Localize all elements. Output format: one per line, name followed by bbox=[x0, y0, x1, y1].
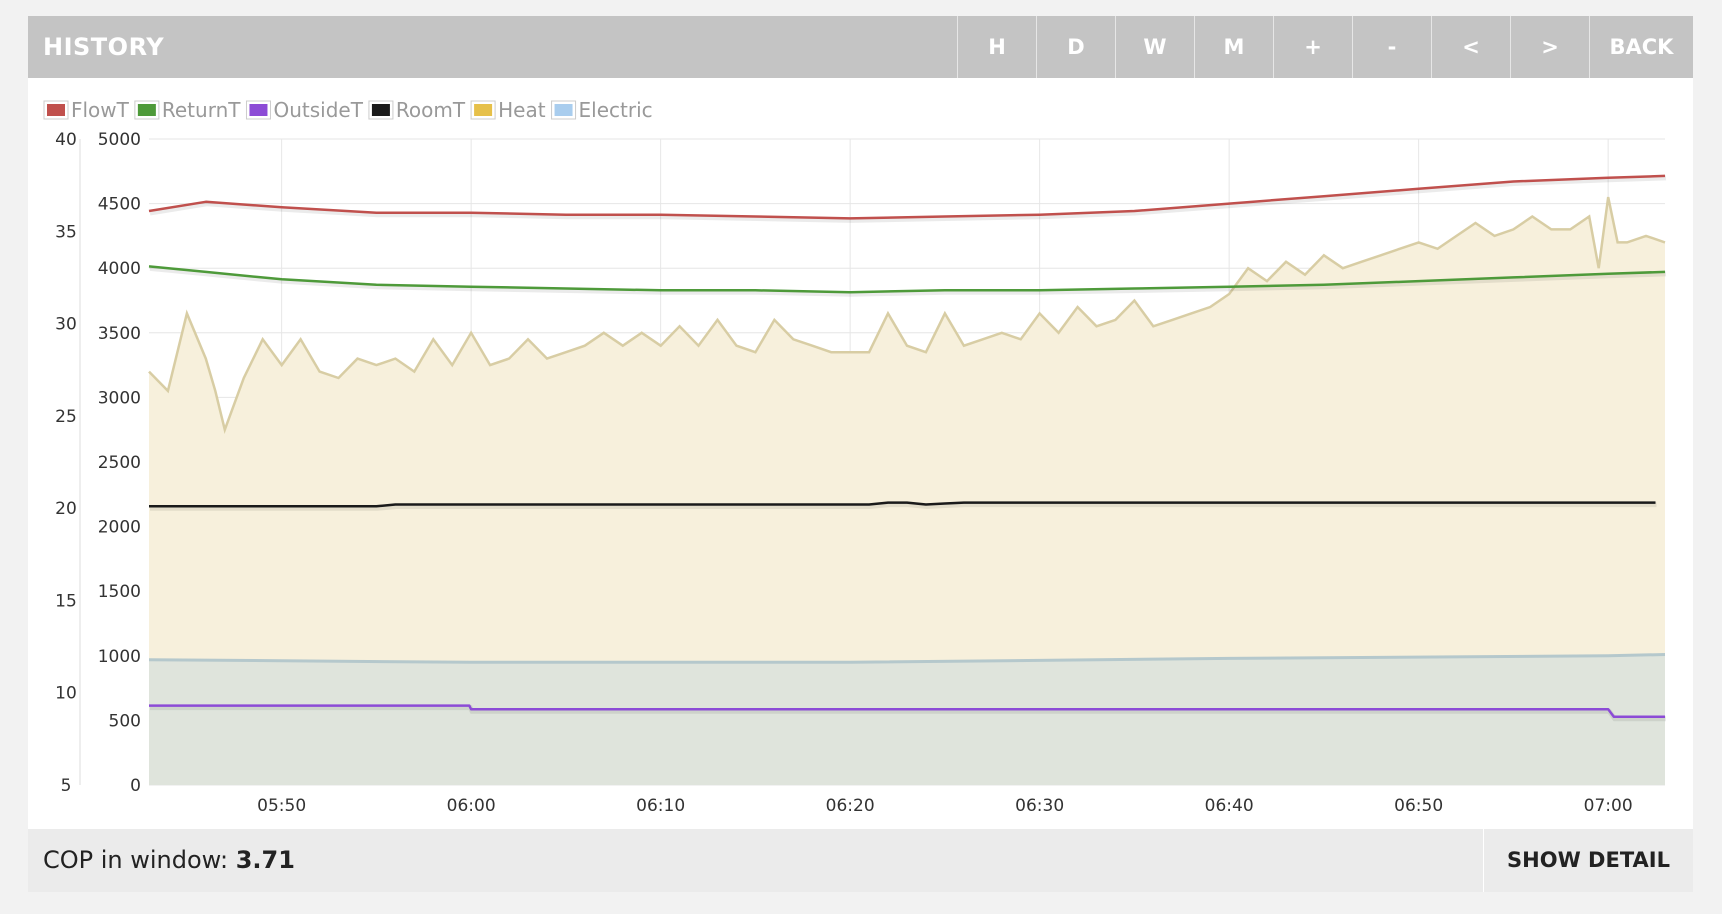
legend-item-returnt[interactable]: ReturnT bbox=[134, 98, 241, 122]
legend-label: OutsideT bbox=[273, 98, 363, 122]
legend-label: FlowT bbox=[71, 98, 130, 122]
y-right-tick-label-9: 4500 bbox=[98, 195, 141, 215]
cop-summary: COP in window: 3.71 bbox=[43, 829, 295, 892]
y-left-tick-label-3: 20 bbox=[55, 499, 77, 519]
x-tick-label-6: 06:50 bbox=[1394, 796, 1443, 816]
x-tick-label-2: 06:10 bbox=[636, 796, 685, 816]
legend-swatch bbox=[554, 104, 573, 116]
y-right-tick-label-6: 3000 bbox=[98, 388, 141, 408]
legend-swatch bbox=[137, 104, 156, 116]
y-right-tick-label-10: 5000 bbox=[98, 130, 141, 150]
y-right-tick-label-2: 1000 bbox=[98, 647, 141, 667]
y-left-tick-label-5: 30 bbox=[55, 315, 77, 335]
x-tick-label-0: 05:50 bbox=[257, 796, 306, 816]
x-tick-label-5: 06:40 bbox=[1205, 796, 1254, 816]
y-right-tick-label-4: 2000 bbox=[98, 518, 141, 538]
electric-area bbox=[149, 654, 1665, 785]
y-left-tick-label-1: 10 bbox=[55, 684, 77, 704]
legend-label: ReturnT bbox=[162, 98, 241, 122]
y-right-tick-label-7: 3500 bbox=[98, 324, 141, 344]
legend-swatch bbox=[47, 104, 65, 116]
y-right-tick-label-0: 0 bbox=[130, 776, 141, 796]
history-panel: HISTORY H D W M + - < > BACK 5 10 15 20 25 30… bbox=[28, 16, 1693, 892]
cop-value: 3.71 bbox=[235, 846, 295, 874]
flowt-line bbox=[148, 174, 1666, 220]
x-tick-label-3: 06:20 bbox=[826, 796, 875, 816]
y-left-tick-label-7: 40 bbox=[55, 130, 77, 150]
legend-label: RoomT bbox=[396, 98, 466, 122]
y-right-tick-label-5: 2500 bbox=[98, 453, 141, 473]
footer-bar: COP in window: 3.71 SHOW DETAIL bbox=[28, 829, 1693, 892]
legend-label: Electric bbox=[579, 98, 653, 122]
y-left-tick-label-0: 5 bbox=[61, 776, 72, 796]
history-chart[interactable]: 5 10 15 20 25 30 35 40 0 500 1000 1500 2000 2500 3000 3… bbox=[28, 16, 1693, 829]
y-right-tick-label-3: 1500 bbox=[98, 582, 141, 602]
legend-label: Heat bbox=[498, 98, 546, 122]
legend-swatch bbox=[474, 104, 493, 116]
cop-label: COP in window: bbox=[43, 846, 229, 874]
y-left-tick-label-2: 15 bbox=[55, 591, 77, 611]
y-right-tick-label-1: 500 bbox=[109, 711, 141, 731]
legend-item-electric[interactable]: Electric bbox=[551, 98, 653, 122]
legend-swatch bbox=[249, 104, 268, 116]
x-tick-label-4: 06:30 bbox=[1015, 796, 1064, 816]
y-left-tick-label-6: 35 bbox=[55, 222, 77, 242]
x-tick-label-1: 06:00 bbox=[447, 796, 496, 816]
x-tick-label-7: 07:00 bbox=[1584, 796, 1633, 816]
legend-swatch bbox=[371, 104, 390, 116]
legend-item-heat[interactable]: Heat bbox=[470, 98, 546, 122]
y-left-tick-label-4: 25 bbox=[55, 407, 77, 427]
show-detail-button[interactable]: SHOW DETAIL bbox=[1483, 829, 1693, 892]
y-right-tick-label-8: 4000 bbox=[98, 259, 141, 279]
legend-item-flowt[interactable]: FlowT bbox=[43, 98, 130, 122]
legend-item-roomt[interactable]: RoomT bbox=[368, 98, 466, 122]
legend-item-outsidet[interactable]: OutsideT bbox=[245, 98, 364, 122]
